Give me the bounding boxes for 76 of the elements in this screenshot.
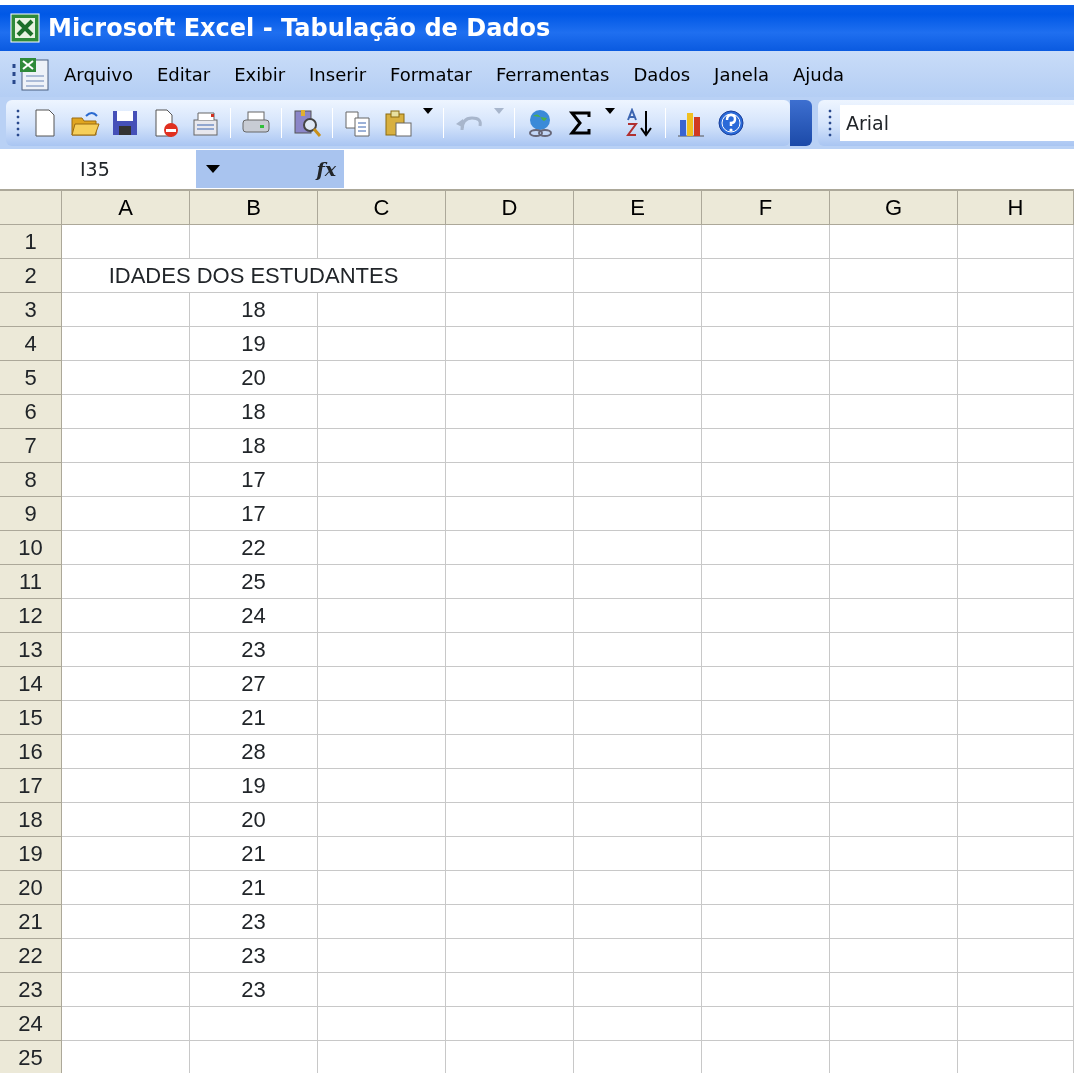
column-header[interactable]: E xyxy=(574,191,702,225)
row-header[interactable]: 23 xyxy=(0,973,62,1007)
row-header[interactable]: 18 xyxy=(0,803,62,837)
row-header[interactable]: 12 xyxy=(0,599,62,633)
column-header[interactable]: A xyxy=(62,191,190,225)
row-header[interactable]: 13 xyxy=(0,633,62,667)
row-header[interactable]: 22 xyxy=(0,939,62,973)
table-cell: 23 xyxy=(190,633,318,667)
row-header[interactable]: 5 xyxy=(0,361,62,395)
table-cell: 18 xyxy=(190,293,318,327)
row-header[interactable]: 14 xyxy=(0,667,62,701)
font-name-field[interactable]: Arial xyxy=(840,105,1074,141)
table-cell: 18 xyxy=(190,429,318,463)
menu-item[interactable]: Formatar xyxy=(378,63,484,85)
column-header[interactable]: G xyxy=(830,191,958,225)
sort-ascending-icon[interactable] xyxy=(625,108,655,138)
column-header[interactable]: H xyxy=(958,191,1074,225)
table-cell: 28 xyxy=(190,735,318,769)
table-cell: 21 xyxy=(190,837,318,871)
row-header[interactable]: 17 xyxy=(0,769,62,803)
table-cell: 27 xyxy=(190,667,318,701)
menu-item[interactable]: Dados xyxy=(621,63,703,85)
menu-item[interactable]: Exibir xyxy=(222,63,298,85)
help-icon[interactable] xyxy=(716,108,746,138)
spreadsheet-app-icon xyxy=(10,13,40,43)
row-header[interactable]: 4 xyxy=(0,327,62,361)
column-header[interactable]: B xyxy=(190,191,318,225)
magnifier-book-icon[interactable] xyxy=(292,108,322,138)
caret-down-icon[interactable] xyxy=(206,165,220,173)
table-cell: 20 xyxy=(190,803,318,837)
row-header[interactable]: 20 xyxy=(0,871,62,905)
table-cell: IDADES DOS ESTUDANTES xyxy=(62,259,446,293)
insert-function-label[interactable]: fx xyxy=(316,158,336,180)
row-header[interactable]: 16 xyxy=(0,735,62,769)
table-cell: 20 xyxy=(190,361,318,395)
menu-item[interactable]: Arquivo xyxy=(52,63,145,85)
menu-item[interactable]: Janela xyxy=(702,63,781,85)
row-header[interactable]: 8 xyxy=(0,463,62,497)
column-header[interactable]: D xyxy=(446,191,574,225)
row-header[interactable]: 21 xyxy=(0,905,62,939)
table-cell: 19 xyxy=(190,327,318,361)
table-cell: 17 xyxy=(190,497,318,531)
row-header[interactable]: 9 xyxy=(0,497,62,531)
column-header[interactable]: C xyxy=(318,191,446,225)
table-cell: 25 xyxy=(190,565,318,599)
table-cell: 21 xyxy=(190,871,318,905)
row-header[interactable]: 24 xyxy=(0,1007,62,1041)
row-header[interactable]: 25 xyxy=(0,1041,62,1073)
row-header[interactable]: 1 xyxy=(0,225,62,259)
table-cell: 19 xyxy=(190,769,318,803)
row-header[interactable]: 10 xyxy=(0,531,62,565)
copy-icon[interactable] xyxy=(343,108,373,138)
row-header[interactable]: 11 xyxy=(0,565,62,599)
row-header[interactable]: 19 xyxy=(0,837,62,871)
row-header[interactable]: 15 xyxy=(0,701,62,735)
name-box[interactable]: I35 xyxy=(0,151,196,187)
table-cell: 23 xyxy=(190,939,318,973)
row-header[interactable]: 3 xyxy=(0,293,62,327)
column-header[interactable]: F xyxy=(702,191,830,225)
table-cell: 22 xyxy=(190,531,318,565)
table-cell: 18 xyxy=(190,395,318,429)
menu-item[interactable]: Ferramentas xyxy=(483,63,622,85)
workbook-icon xyxy=(12,56,52,92)
table-cell: 23 xyxy=(190,973,318,1007)
table-cell: 23 xyxy=(190,905,318,939)
row-header[interactable]: 7 xyxy=(0,429,62,463)
menu-item[interactable]: Ajuda xyxy=(780,63,857,85)
paste-clipboard-icon[interactable] xyxy=(383,108,413,138)
menu-item[interactable]: Editar xyxy=(144,63,223,85)
window-title: Microsoft Excel - Tabulação de Dados xyxy=(48,14,551,42)
table-cell: 17 xyxy=(190,463,318,497)
table-cell: 21 xyxy=(190,701,318,735)
menu-item[interactable]: Inserir xyxy=(297,63,379,85)
row-header[interactable]: 6 xyxy=(0,395,62,429)
table-cell: 24 xyxy=(190,599,318,633)
row-header[interactable]: 2 xyxy=(0,259,62,293)
